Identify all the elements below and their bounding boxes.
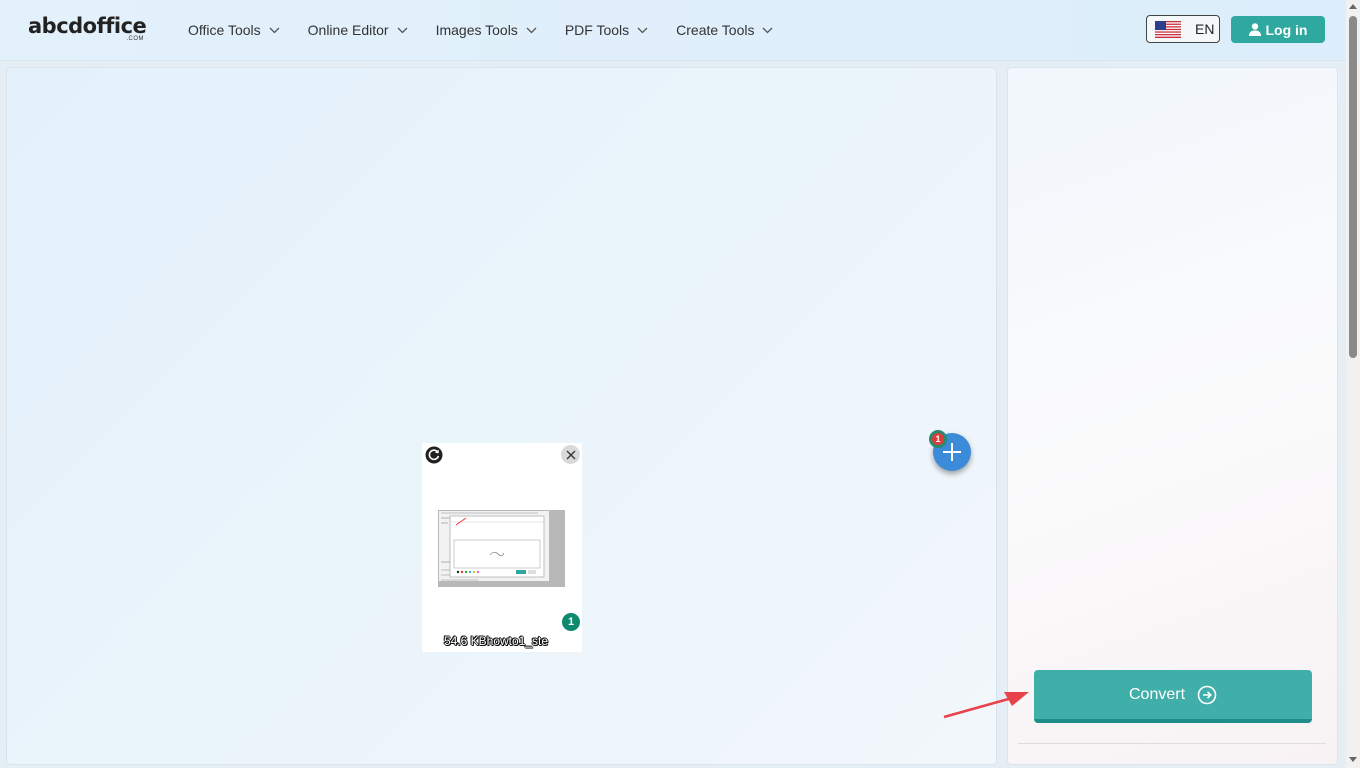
language-code: EN bbox=[1195, 21, 1215, 37]
nav-create-tools[interactable]: Create Tools bbox=[676, 22, 773, 38]
nav-online-editor[interactable]: Online Editor bbox=[308, 22, 408, 38]
remove-file-button[interactable] bbox=[561, 445, 580, 464]
chevron-down-icon bbox=[269, 27, 280, 33]
login-button[interactable]: Log in bbox=[1231, 16, 1325, 43]
file-card[interactable]: 1 54.6 KBhowto1_ste bbox=[422, 443, 582, 652]
scroll-down-arrow-icon[interactable] bbox=[1349, 757, 1357, 762]
panel-divider bbox=[1018, 743, 1326, 744]
convert-label: Convert bbox=[1128, 685, 1186, 703]
nav-pdf-tools[interactable]: PDF Tools bbox=[565, 22, 648, 38]
logo-sub: .COM bbox=[126, 36, 144, 42]
nav-label: PDF Tools bbox=[564, 22, 630, 38]
nav-label: Create Tools bbox=[676, 22, 755, 38]
pointer-arrow-annotation bbox=[943, 692, 1029, 719]
login-label: Log in bbox=[1265, 21, 1308, 38]
chevron-down-icon bbox=[526, 27, 537, 33]
close-icon bbox=[566, 450, 575, 459]
scroll-up-arrow-icon[interactable] bbox=[1349, 4, 1357, 9]
file-thumbnail bbox=[438, 510, 565, 587]
convert-button[interactable]: Convert bbox=[1034, 670, 1312, 723]
chevron-down-icon bbox=[763, 27, 773, 33]
options-panel bbox=[1007, 67, 1338, 765]
file-label: 54.6 KBhowto1_ste bbox=[443, 634, 549, 648]
add-file-count: 1 bbox=[932, 433, 944, 445]
upload-area[interactable] bbox=[6, 67, 997, 765]
scrollbar-thumb[interactable] bbox=[1349, 16, 1357, 358]
arrow-right-circle-icon bbox=[1197, 685, 1217, 704]
page-scrollbar[interactable] bbox=[1346, 0, 1360, 768]
nav-label: Office Tools bbox=[188, 22, 261, 38]
chevron-down-icon bbox=[397, 27, 408, 33]
plus-icon bbox=[943, 443, 961, 461]
us-flag-icon bbox=[1155, 20, 1181, 38]
header: abcdoffice .COM Office Tools Online Edit… bbox=[0, 0, 1346, 61]
file-count-badge: 1 bbox=[562, 613, 580, 631]
logo[interactable]: abcdoffice .COM bbox=[28, 14, 148, 44]
nav-images-tools[interactable]: Images Tools bbox=[436, 22, 537, 38]
main-nav: Office Tools Online Editor Images Tools … bbox=[188, 0, 801, 60]
add-file-count-badge: 1 bbox=[929, 430, 947, 448]
logo-text: abcdoffice bbox=[28, 14, 147, 38]
language-selector[interactable]: EN bbox=[1146, 15, 1220, 43]
nav-office-tools[interactable]: Office Tools bbox=[188, 22, 280, 38]
chevron-down-icon bbox=[637, 27, 648, 33]
nav-label: Images Tools bbox=[435, 22, 518, 38]
rotate-icon[interactable] bbox=[425, 446, 443, 464]
user-icon bbox=[1248, 23, 1261, 36]
document-preview-image bbox=[438, 510, 565, 587]
nav-label: Online Editor bbox=[307, 22, 389, 38]
